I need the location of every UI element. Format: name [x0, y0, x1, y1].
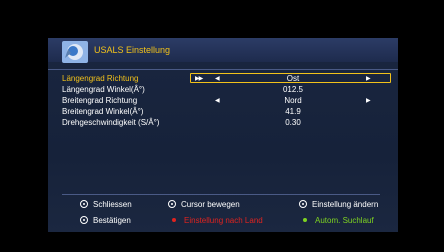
help-setting-by-country[interactable]: Einstellung nach Land: [172, 216, 263, 225]
fast-forward-icon: ▶▶: [195, 76, 203, 82]
help-auto-search[interactable]: Autom. Suchlauf: [303, 216, 374, 225]
navigation-button-icon: [168, 200, 176, 208]
setting-label: Drehgeschwindigkeit (S/Â°): [62, 118, 160, 127]
satellite-globe-icon: [62, 41, 88, 63]
arrow-left-icon[interactable]: ◀: [215, 97, 220, 104]
ok-button-icon: [299, 200, 307, 208]
setting-row-latitude-direction[interactable]: Breitengrad Richtung ◀ Nord ▶: [48, 96, 398, 107]
setting-value: Nord: [284, 96, 302, 105]
usals-settings-screen: USALS Einstellung Längengrad Richtung ▶▶…: [48, 38, 398, 232]
page-title: USALS Einstellung: [94, 45, 171, 55]
setting-label: Breitengrad Winkel(Â°): [62, 107, 144, 116]
footer-divider: [62, 194, 380, 195]
setting-row-rotation-speed[interactable]: Drehgeschwindigkeit (S/Â°) 0.30: [48, 118, 398, 129]
setting-row-longitude-angle[interactable]: Längengrad Winkel(Â°) 012.5: [48, 85, 398, 96]
menu-button-icon: [80, 216, 88, 224]
setting-value: 0.30: [285, 118, 301, 127]
green-button-icon: [303, 218, 307, 222]
setting-label: Längengrad Richtung: [62, 74, 139, 83]
arrow-right-icon[interactable]: ▶: [366, 97, 371, 104]
setting-label: Breitengrad Richtung: [62, 96, 138, 105]
help-cursor[interactable]: Cursor bewegen: [168, 200, 240, 209]
exit-button-icon: [80, 200, 88, 208]
arrow-right-icon[interactable]: ▶: [366, 75, 371, 82]
header-divider: [48, 69, 398, 70]
help-change-setting[interactable]: Einstellung ändern: [299, 200, 378, 209]
setting-row-longitude-direction[interactable]: Längengrad Richtung ▶▶ ◀ Ost ▶: [48, 73, 398, 85]
title-bar: USALS Einstellung: [48, 38, 398, 63]
help-confirm[interactable]: Bestätigen: [80, 216, 131, 225]
setting-value: Ost: [286, 74, 300, 83]
arrow-left-icon[interactable]: ◀: [215, 75, 220, 82]
setting-value: 012.5: [282, 85, 304, 94]
setting-label: Längengrad Winkel(Â°): [62, 85, 145, 94]
help-close[interactable]: Schliessen: [80, 200, 132, 209]
red-button-icon: [172, 218, 176, 222]
setting-row-latitude-angle[interactable]: Breitengrad Winkel(Â°) 41.9: [48, 107, 398, 118]
setting-value: 41.9: [285, 107, 301, 116]
